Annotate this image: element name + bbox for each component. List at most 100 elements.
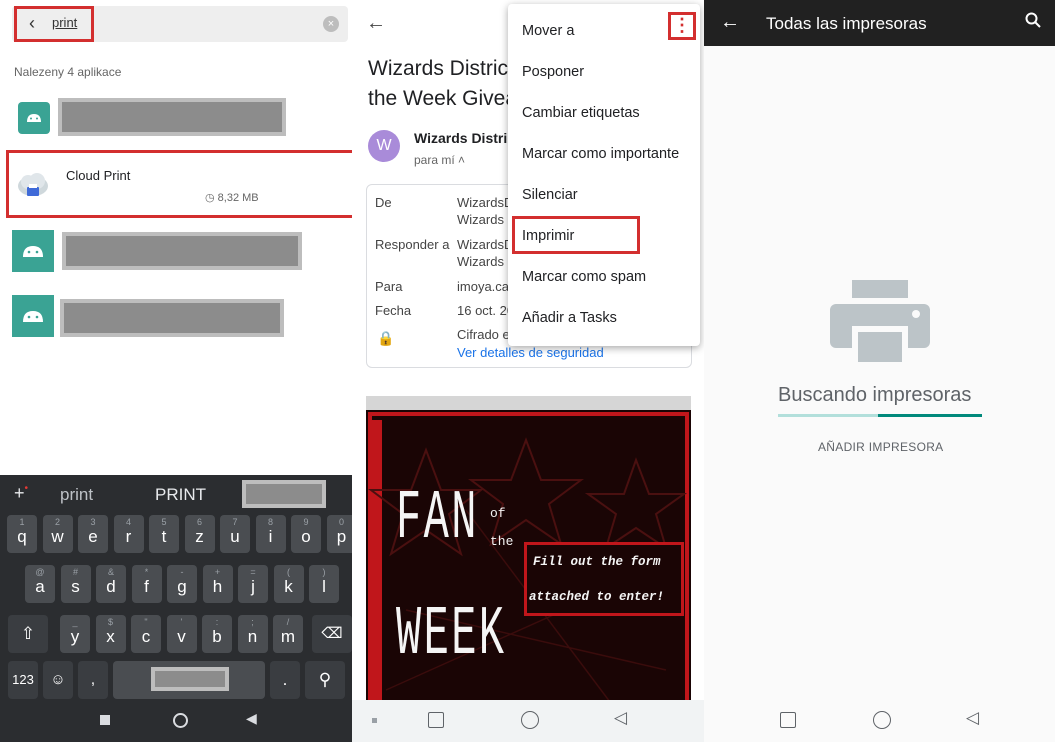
key-label: v [177,627,186,646]
space-bar[interactable] [113,661,265,699]
key-f[interactable]: * f [131,565,162,603]
back-arrow-icon[interactable]: ‹ [29,13,35,34]
key-label: p [336,527,347,546]
search-icon[interactable]: ⚲ [305,661,345,699]
key-q[interactable]: 1q [7,515,37,553]
poster-callout: Fill out the form attached to enter! [524,542,684,616]
page-title: Todas las impresoras [766,14,927,33]
key-hint: 8 [267,517,273,527]
suggestion[interactable]: print [60,485,93,505]
key-hint: 1 [19,517,25,527]
poster-fan: FAN [396,480,479,559]
key-label: b [212,627,222,646]
back-arrow-icon[interactable]: ← [720,11,740,34]
key-hint: 4 [125,517,131,527]
key-x[interactable]: $ x [95,615,126,653]
redacted-app-name [58,98,286,136]
key-u[interactable]: 7u [220,515,250,553]
recent-apps-icon[interactable] [100,715,110,725]
key-k[interactable]: (k [273,565,304,603]
more-vert-icon[interactable]: ⋮ [668,12,696,40]
list-item[interactable] [0,226,352,276]
key-hint: & [107,567,114,577]
home-icon[interactable] [521,711,539,729]
key-hint: 3 [90,517,96,527]
detail-value: Wizards I [457,254,512,269]
key-hint: 0 [338,517,344,527]
key-o[interactable]: 9o [291,515,321,553]
home-icon[interactable] [173,713,188,728]
back-icon[interactable]: ◁ [614,708,627,728]
menu-item-spam[interactable]: Marcar como spam [522,269,646,285]
menu-item-mute[interactable]: Silenciar [522,187,578,203]
key-label: x [106,627,115,646]
key-l[interactable]: ) l [309,565,339,603]
key-label: o [301,527,311,546]
back-arrow-icon[interactable]: ← [366,12,386,35]
key-t[interactable]: 5t [149,515,179,553]
detail-label: De [375,195,392,210]
comma-key[interactable]: , [78,661,108,699]
key-hint: $ [107,617,113,627]
search-icon[interactable] [1025,12,1041,28]
subject-line: the Week Givea [368,87,518,110]
back-icon[interactable]: ◀ [246,710,257,727]
numbers-key[interactable]: 123 [8,661,38,699]
key-h[interactable]: + h [202,565,233,603]
shift-icon[interactable]: ⇧ [8,615,48,653]
home-icon[interactable] [873,711,891,729]
key-j[interactable]: = j [238,565,268,603]
suggestion[interactable]: PRINT [155,485,206,505]
clear-icon[interactable]: × [323,16,339,32]
key-d[interactable]: & d [96,565,126,603]
key-hint: * [144,567,149,577]
key-p[interactable]: 0p [326,515,352,553]
key-e[interactable]: 3e [78,515,108,553]
menu-item-tasks[interactable]: Añadir a Tasks [522,310,617,326]
period-key[interactable]: . [270,661,300,699]
email-panel: ← Wizards Distric the Week Givea W Wizar… [352,0,704,742]
key-a[interactable]: @ a [25,565,55,603]
key-b[interactable]: :b [202,615,232,653]
menu-item-snooze[interactable]: Posponer [522,64,584,80]
key-label: e [88,527,98,546]
key-hint: + [214,567,221,577]
add-printer-button[interactable]: AÑADIR IMPRESORA [818,440,944,454]
key-s[interactable]: # s [60,565,91,603]
key-hint: 5 [161,517,167,527]
key-z[interactable]: 6z [184,515,215,553]
dot-icon [372,718,377,723]
key-label: h [212,577,223,596]
menu-item-important[interactable]: Marcar como importante [522,146,679,162]
key-label: g [177,577,187,596]
recent-apps-icon[interactable] [780,712,796,728]
back-icon[interactable]: ◁ [966,708,979,728]
plus-icon[interactable]: +• [14,483,28,504]
android-icon [12,230,54,272]
detail-value: imoya.ca [457,279,510,294]
key-y[interactable]: _ y [60,615,90,653]
security-details-link[interactable]: Ver detalles de seguridad [457,345,604,360]
key-hint: ) [322,567,326,577]
search-input[interactable]: print [52,15,77,30]
emoji-icon[interactable]: ☺ [43,661,73,699]
list-item[interactable] [0,92,352,144]
key-v[interactable]: ' v [166,615,197,653]
recent-apps-icon[interactable] [428,712,444,728]
key-r[interactable]: 4r [113,515,144,553]
key-n[interactable]: ; n [237,615,268,653]
backspace-icon[interactable]: ⌫ [312,615,352,653]
key-w[interactable]: 2w [42,515,73,553]
key-g[interactable]: -g [167,565,197,603]
menu-item-move[interactable]: Mover a [522,23,574,39]
menu-item-labels[interactable]: Cambiar etiquetas [522,105,640,121]
overflow-menu: Mover a Posponer Cambiar etiquetas Marca… [508,4,700,346]
detail-label: Para [375,279,403,294]
key-i[interactable]: 8i [255,515,286,553]
key-m[interactable]: / m [273,615,303,653]
key-label: c [141,627,151,646]
key-hint: " [144,617,148,627]
list-item[interactable] [0,295,352,345]
key-c[interactable]: " c [131,615,161,653]
recipient-toggle[interactable]: para mí ˄ [414,153,465,167]
